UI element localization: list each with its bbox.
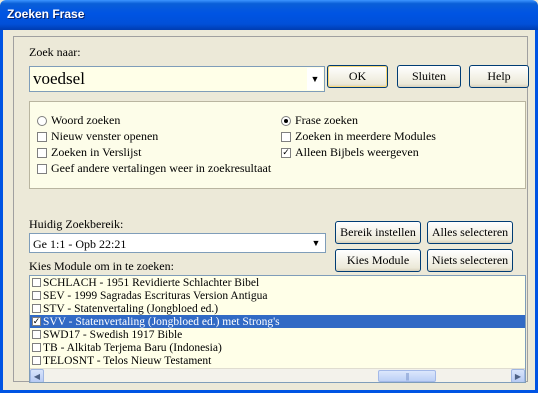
bibles-only-checkbox[interactable]: ✓ [281, 147, 291, 158]
dialog-client: Zoek naar: voedsel ▼ OK Sluiten Help Woo… [0, 30, 538, 393]
horizontal-scrollbar[interactable]: ◀ ||| ▶ [30, 368, 525, 382]
module-name: SWD17 - Swedish 1917 Bible [43, 328, 183, 341]
module-checkbox[interactable] [32, 330, 41, 339]
search-panel: Zoek naar: voedsel ▼ OK Sluiten Help Woo… [13, 36, 529, 383]
range-value: Ge 1:1 - Opb 22:21 [33, 237, 127, 251]
word-search-option[interactable]: Woord zoeken [37, 113, 120, 128]
multi-modules-option[interactable]: Zoeken in meerdere Modules [281, 129, 436, 144]
window-title: Zoeken Frase [7, 7, 85, 21]
modules-label: Kies Module om in te zoeken: [29, 259, 174, 273]
search-input[interactable]: voedsel ▼ [29, 66, 325, 92]
ok-button[interactable]: OK [327, 65, 388, 88]
help-button[interactable]: Help [469, 65, 529, 88]
module-name: SCHLACH - 1951 Revidierte Schlachter Bib… [43, 276, 260, 289]
module-checkbox[interactable] [32, 304, 41, 313]
other-translations-option[interactable]: Geef andere vertalingen weer in zoekresu… [37, 161, 271, 176]
bibles-only-label: Alleen Bijbels weergeven [295, 145, 419, 159]
range-label: Huidig Zoekbereik: [29, 217, 124, 231]
module-checkbox[interactable] [32, 356, 41, 365]
search-label: Zoek naar: [29, 45, 81, 59]
module-checkbox[interactable]: ✓ [32, 317, 41, 326]
other-translations-label: Geef andere vertalingen weer in zoekresu… [51, 161, 272, 175]
module-list[interactable]: SCHLACH - 1951 Revidierte Schlachter Bib… [29, 275, 526, 383]
list-item[interactable]: SCHLACH - 1951 Revidierte Schlachter Bib… [30, 276, 525, 289]
select-all-button[interactable]: Alles selecteren [427, 221, 513, 244]
module-checkbox[interactable] [32, 278, 41, 287]
multi-modules-label: Zoeken in meerdere Modules [295, 129, 436, 143]
phrase-search-radio[interactable] [281, 115, 291, 126]
module-name: SEV - 1999 Sagradas Escrituras Version A… [43, 289, 268, 302]
phrase-search-option[interactable]: Frase zoeken [281, 113, 358, 128]
module-name: SVV - Statenvertaling (Jongbloed ed.) me… [43, 315, 280, 328]
new-window-option[interactable]: Nieuw venster openen [37, 129, 158, 144]
verse-list-option[interactable]: Zoeken in Verslijst [37, 145, 141, 160]
module-checkbox[interactable] [32, 291, 41, 300]
module-checkbox[interactable] [32, 343, 41, 352]
module-name: TELOSNT - Telos Nieuw Testament [43, 354, 212, 367]
search-value: voedsel [33, 69, 85, 88]
list-item-selected[interactable]: ✓ SVV - Statenvertaling (Jongbloed ed.) … [30, 315, 525, 328]
set-range-button[interactable]: Bereik instellen [335, 221, 421, 244]
verse-list-checkbox[interactable] [37, 147, 47, 158]
new-window-label: Nieuw venster openen [51, 129, 159, 143]
bibles-only-option[interactable]: ✓ Alleen Bijbels weergeven [281, 145, 419, 160]
select-none-button[interactable]: Niets selecteren [427, 249, 513, 272]
word-search-label: Woord zoeken [51, 113, 121, 127]
word-search-radio[interactable] [37, 115, 47, 126]
search-options-group: Woord zoeken Nieuw venster openen Zoeken… [29, 101, 526, 189]
list-item[interactable]: SWD17 - Swedish 1917 Bible [30, 328, 525, 341]
list-item[interactable]: STV - Statenvertaling (Jongbloed ed.) [30, 302, 525, 315]
close-button[interactable]: Sluiten [397, 65, 461, 88]
chevron-right-icon[interactable]: ▶ [511, 369, 525, 382]
range-select[interactable]: Ge 1:1 - Opb 22:21 ▼ [29, 233, 326, 253]
chevron-left-icon[interactable]: ◀ [30, 369, 44, 382]
list-item[interactable]: SEV - 1999 Sagradas Escrituras Version A… [30, 289, 525, 302]
choose-module-button[interactable]: Kies Module [335, 249, 421, 272]
title-bar[interactable]: Zoeken Frase [0, 0, 538, 30]
new-window-checkbox[interactable] [37, 131, 47, 142]
module-name: STV - Statenvertaling (Jongbloed ed.) [43, 302, 219, 315]
other-translations-checkbox[interactable] [37, 163, 47, 174]
list-item[interactable]: TB - Alkitab Terjema Baru (Indonesia) [30, 341, 525, 354]
multi-modules-checkbox[interactable] [281, 131, 291, 142]
list-item[interactable]: TELOSNT - Telos Nieuw Testament [30, 354, 525, 367]
scroll-thumb[interactable]: ||| [378, 370, 436, 382]
module-name: TB - Alkitab Terjema Baru (Indonesia) [43, 341, 222, 354]
phrase-search-label: Frase zoeken [295, 113, 358, 127]
chevron-down-icon[interactable]: ▼ [308, 235, 324, 251]
verse-list-label: Zoeken in Verslijst [51, 145, 142, 159]
chevron-down-icon[interactable]: ▼ [307, 68, 323, 90]
